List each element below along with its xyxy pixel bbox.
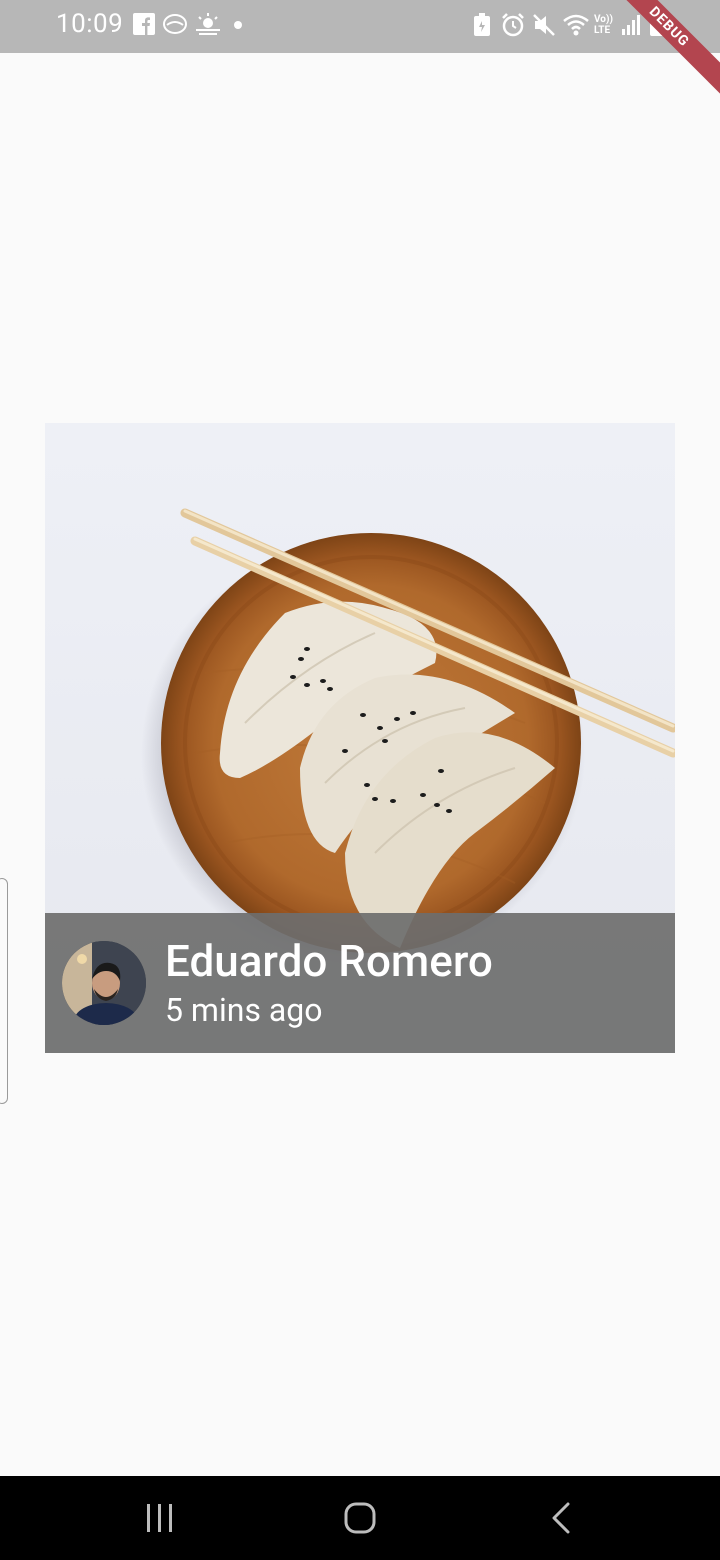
recent-apps-icon[interactable] — [140, 1498, 180, 1538]
facebook-icon — [133, 13, 155, 35]
author-overlay: Eduardo Romero 5 mins ago — [45, 913, 675, 1053]
status-bar: 10:09 Vo)) LTE DEBUG — [0, 0, 720, 95]
debug-banner: DEBUG — [601, 0, 720, 95]
mute-icon — [533, 14, 555, 36]
back-icon[interactable] — [542, 1498, 582, 1538]
edge-panel-handle[interactable] — [0, 878, 8, 1104]
avatar[interactable] — [62, 941, 146, 1025]
app-icon — [163, 14, 187, 34]
alarm-icon — [502, 13, 524, 37]
status-time: 10:09 — [56, 9, 124, 39]
post-time: 5 mins ago — [165, 991, 323, 1029]
dot-icon — [234, 21, 242, 29]
signal-icon — [622, 15, 640, 35]
wifi-icon — [563, 14, 589, 36]
volte-icon: Vo)) LTE — [594, 14, 613, 36]
avatar-image — [62, 941, 146, 1025]
home-icon[interactable] — [340, 1498, 380, 1538]
navigation-bar — [0, 1476, 720, 1560]
battery-saver-icon — [474, 13, 490, 36]
photo-card[interactable]: Eduardo Romero 5 mins ago — [45, 423, 675, 1053]
weather-icon — [196, 13, 220, 35]
author-name: Eduardo Romero — [165, 935, 493, 987]
